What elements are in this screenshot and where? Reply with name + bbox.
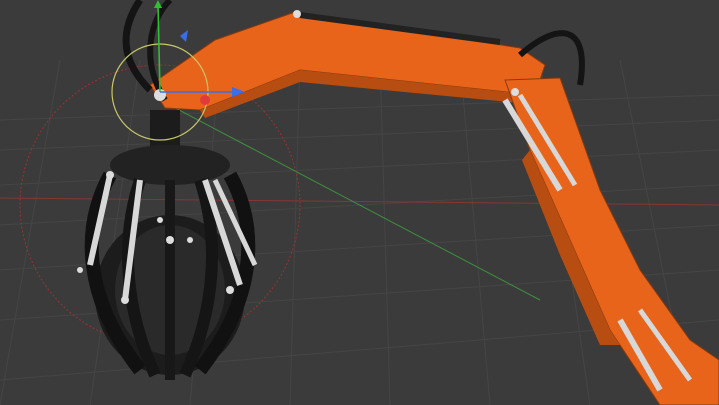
gizmo-center-dot[interactable] [200, 95, 210, 105]
3d-viewport[interactable] [0, 0, 719, 405]
